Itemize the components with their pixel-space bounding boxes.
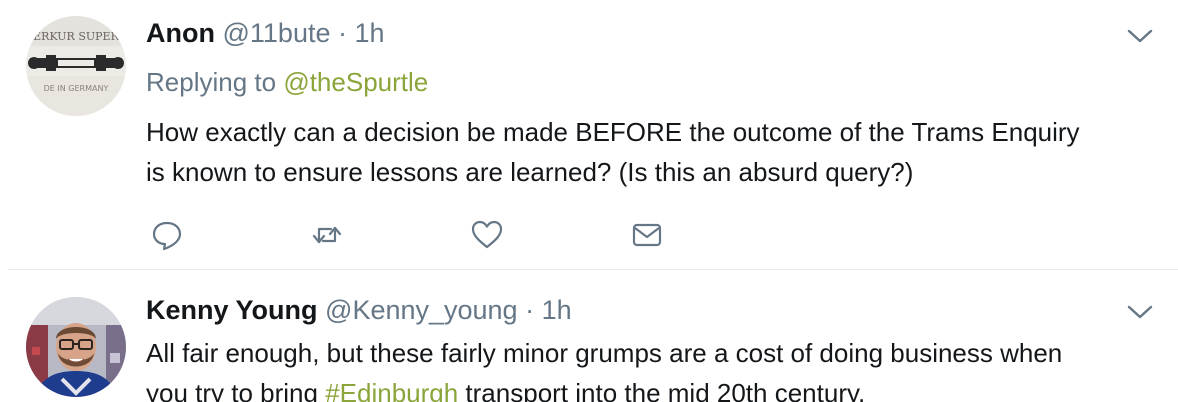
tweet-header: Kenny Young @Kenny_young · 1h [146, 294, 572, 326]
direct-message-icon[interactable] [630, 218, 664, 252]
like-icon[interactable] [470, 218, 504, 252]
avatar[interactable]: ERKUR SUPER DE IN GERMANY [26, 16, 126, 116]
razor-blade-avatar-image: ERKUR SUPER DE IN GERMANY [26, 16, 126, 116]
tweet-header: Anon @11bute · 1h [146, 17, 385, 49]
tweet-actions [150, 218, 710, 252]
tweet-text: How exactly can a decision be made BEFOR… [146, 112, 1156, 192]
separator: · [338, 18, 348, 48]
tweet[interactable]: Kenny Young @Kenny_young · 1h All fair e… [0, 270, 1178, 402]
tweet-text-segment: transport into the mid 20th century. [458, 378, 866, 402]
tweet-text-line: is known to ensure lessons are learned? … [146, 157, 914, 187]
tweet-text-line: All fair enough, but these fairly minor … [146, 338, 1063, 368]
chevron-down-icon[interactable] [1126, 26, 1154, 46]
retweet-icon[interactable] [310, 218, 344, 252]
avatar-text-bottom: DE IN GERMANY [44, 84, 109, 93]
profile-photo [26, 297, 126, 397]
display-name[interactable]: Kenny Young [146, 295, 318, 325]
timeline: ERKUR SUPER DE IN GERMANY Anon @11bute ·… [0, 0, 1178, 402]
reply-icon[interactable] [150, 218, 184, 252]
user-handle[interactable]: @Kenny_young [325, 295, 518, 325]
timestamp[interactable]: 1h [542, 295, 572, 325]
tweet-text: All fair enough, but these fairly minor … [146, 333, 1156, 402]
tweet-text-line: you try to bring #Edinburgh transport in… [146, 373, 1156, 402]
replying-to-link[interactable]: @theSpurtle [283, 67, 428, 97]
tweet-text-segment: you try to bring [146, 378, 326, 402]
user-handle[interactable]: @11bute [223, 18, 331, 48]
separator: · [525, 295, 535, 325]
timestamp[interactable]: 1h [355, 18, 385, 48]
tweet-text-line: How exactly can a decision be made BEFOR… [146, 117, 1080, 147]
replying-to: Replying to @theSpurtle [146, 66, 428, 98]
avatar[interactable] [26, 297, 126, 397]
hashtag-link[interactable]: #Edinburgh [325, 378, 458, 402]
chevron-down-icon[interactable] [1126, 302, 1154, 322]
display-name[interactable]: Anon [146, 18, 215, 48]
tweet[interactable]: ERKUR SUPER DE IN GERMANY Anon @11bute ·… [0, 0, 1178, 270]
replying-to-label: Replying to [146, 67, 277, 97]
avatar-text-top: ERKUR SUPER [33, 30, 119, 43]
